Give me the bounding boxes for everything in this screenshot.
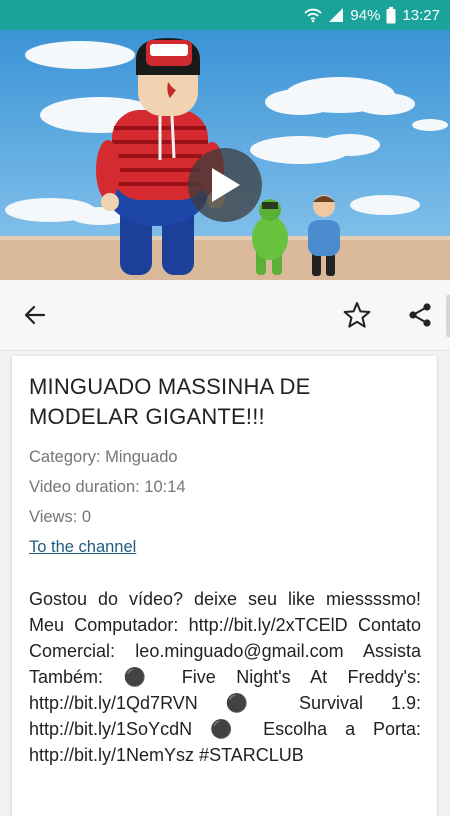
wifi-icon — [304, 7, 323, 23]
star-outline-icon — [343, 302, 371, 328]
play-icon — [212, 168, 240, 202]
action-toolbar — [0, 280, 450, 351]
clock: 13:27 — [402, 6, 440, 24]
arrow-left-icon — [24, 305, 46, 325]
share-button[interactable] — [400, 295, 440, 335]
signal-icon — [328, 7, 344, 23]
video-views: Views: 0 — [29, 508, 92, 526]
battery-icon — [386, 6, 396, 24]
video-category: Category: Minguado — [29, 448, 178, 466]
play-button[interactable] — [188, 148, 262, 222]
video-duration: Video duration: 10:14 — [29, 478, 186, 496]
battery-percent: 94% — [350, 6, 381, 24]
channel-link[interactable]: To the channel — [29, 532, 136, 562]
video-details-card: MINGUADO MASSINHA DE MODELAR GIGANTE!!! … — [12, 356, 437, 816]
favorite-button[interactable] — [337, 295, 377, 335]
edge-panel-handle[interactable] — [446, 295, 450, 337]
back-button[interactable] — [15, 295, 55, 335]
share-icon — [409, 303, 431, 327]
video-description: Gostou do vídeo? deixe seu like miessssm… — [29, 589, 421, 765]
video-title: MINGUADO MASSINHA DE MODELAR GIGANTE!!! — [29, 374, 311, 429]
status-bar: 94% 13:27 — [0, 0, 450, 30]
video-player[interactable] — [0, 30, 450, 280]
